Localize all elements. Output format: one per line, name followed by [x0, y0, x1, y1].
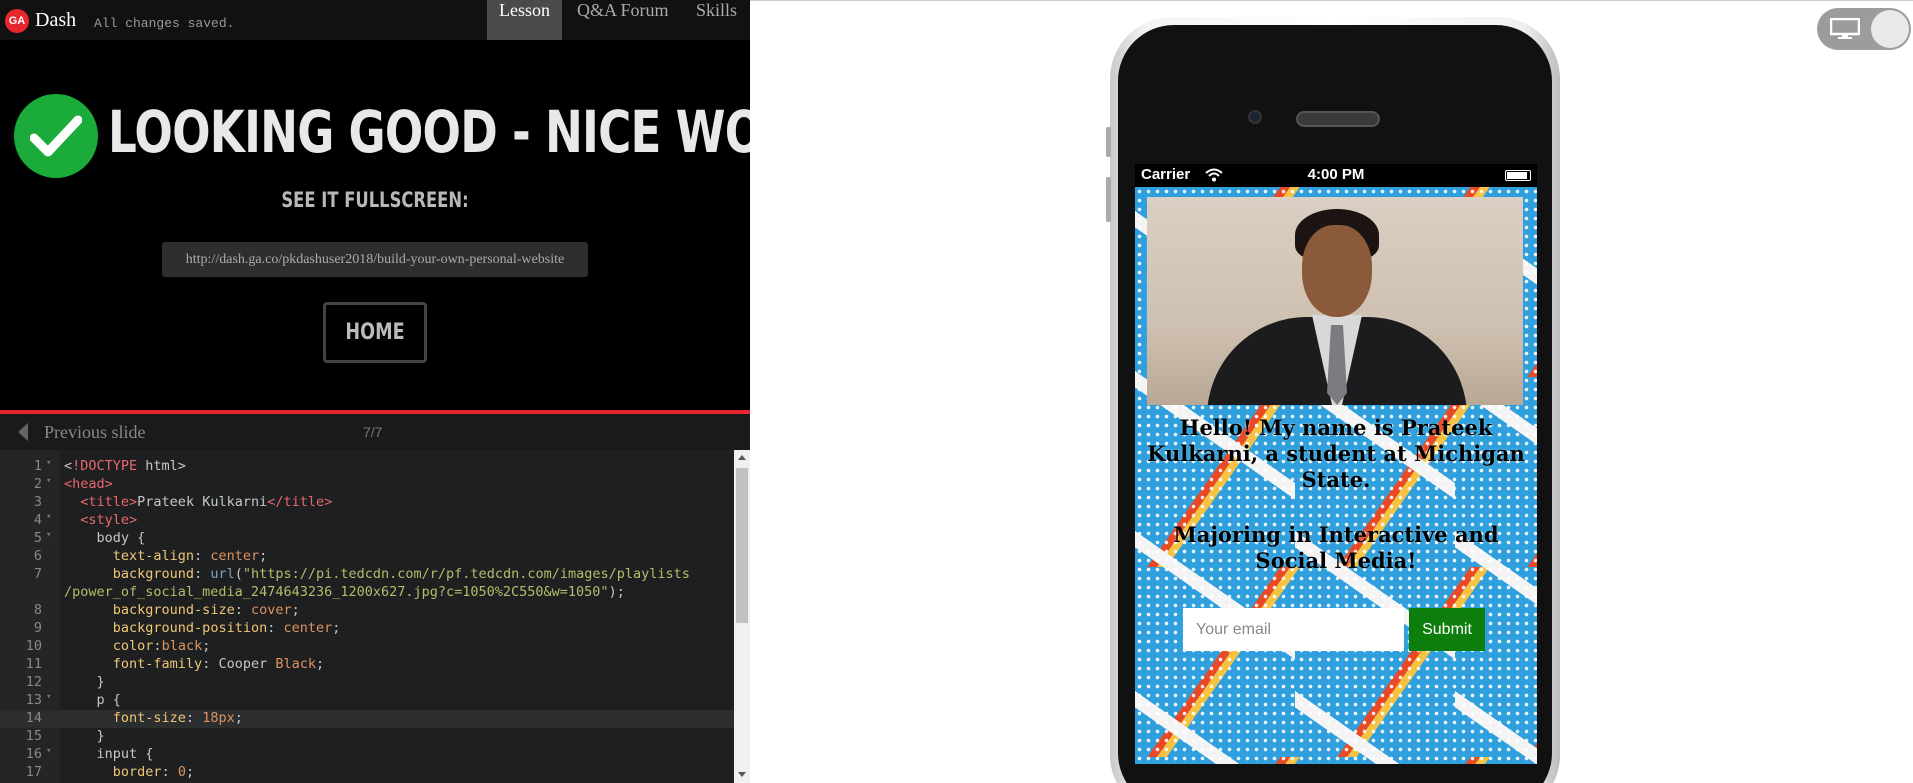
code-line[interactable]: 15 }: [0, 728, 734, 746]
code-line-wrap[interactable]: /power_of_social_media_2474643236_1200x6…: [0, 584, 734, 602]
slide-counter: 7/7: [363, 424, 383, 440]
fullscreen-url-link[interactable]: http://dash.ga.co/pkdashuser2018/build-y…: [162, 242, 588, 277]
code-editor[interactable]: 1 ▾ <!DOCTYPE html> 2 ▾ <head> 3 <title>Prat…: [0, 450, 750, 783]
battery-icon: [1505, 170, 1531, 181]
scroll-up-icon[interactable]: [738, 455, 746, 460]
bio-intro: Hello! My name is Prateek Kulkarni, a st…: [1147, 415, 1525, 492]
tab-skills[interactable]: Skills: [690, 0, 750, 40]
line-number: 7: [33, 566, 42, 582]
preview-pane: Carrier 4:00 PM Hello! My name is Pratee…: [750, 0, 1913, 783]
bio-major: Majoring in Interactive and Social Media…: [1173, 522, 1499, 573]
phone-side-button: [1106, 127, 1111, 157]
scroll-down-icon[interactable]: [738, 772, 746, 777]
code-line[interactable]: 1 ▾ <!DOCTYPE html>: [0, 458, 734, 476]
fold-icon[interactable]: ▾: [46, 458, 51, 468]
top-bar: GA Dash All changes saved. Lesson Q&A Fo…: [0, 0, 750, 40]
line-number: 3: [33, 494, 42, 510]
home-button-label: HOME: [345, 320, 405, 345]
line-number: 12: [25, 674, 42, 690]
code-line[interactable]: 6 text-align: center;: [0, 548, 734, 566]
code-line[interactable]: 16 ▾ input {: [0, 746, 734, 764]
phone-screen: Carrier 4:00 PM Hello! My name is Pratee…: [1135, 164, 1537, 764]
fullscreen-label: SEE IT FULLSCREEN:: [281, 188, 469, 212]
tab-lesson[interactable]: Lesson: [487, 0, 562, 40]
app-root: GA Dash All changes saved. Lesson Q&A Fo…: [0, 0, 1913, 783]
checkmark-icon: [14, 94, 98, 178]
line-number: 15: [25, 728, 42, 744]
line-number: 14: [25, 710, 42, 726]
line-number: 10: [25, 638, 42, 654]
speaker-grille: [1296, 111, 1380, 127]
device-view-toggle[interactable]: [1817, 8, 1911, 50]
line-number: 13: [25, 692, 42, 708]
email-field[interactable]: Your email: [1183, 608, 1404, 651]
home-button[interactable]: HOME: [323, 302, 427, 363]
slide-navigation: Previous slide 7/7: [0, 414, 750, 450]
line-number: 9: [33, 620, 42, 636]
editor-scrollbar[interactable]: [734, 450, 750, 783]
code-line-active[interactable]: 14 font-size: 18px;: [0, 710, 734, 728]
line-number: 1: [33, 458, 42, 474]
line-number: 6: [33, 548, 42, 564]
code-line[interactable]: 2 ▾ <head>: [0, 476, 734, 494]
line-number: 5: [33, 530, 42, 546]
line-number: 8: [33, 602, 42, 618]
save-status: All changes saved.: [94, 16, 235, 31]
code-line[interactable]: 5 ▾ body {: [0, 530, 734, 548]
code-line[interactable]: 12 }: [0, 674, 734, 692]
toggle-knob[interactable]: [1871, 10, 1909, 48]
line-number: 11: [25, 656, 42, 672]
code-line[interactable]: 7 background: url("https://pi.tedcdn.com…: [0, 566, 734, 584]
code-line[interactable]: 17 border: 0;: [0, 764, 734, 782]
code-line[interactable]: 8 background-size: cover;: [0, 602, 734, 620]
fold-icon[interactable]: ▾: [46, 512, 51, 522]
line-number: 4: [33, 512, 42, 528]
fold-icon[interactable]: ▾: [46, 692, 51, 702]
submit-button[interactable]: Submit: [1409, 608, 1485, 651]
ios-status-bar: Carrier 4:00 PM: [1135, 164, 1537, 187]
website-preview: Hello! My name is Prateek Kulkarni, a st…: [1135, 187, 1537, 764]
scrollbar-thumb[interactable]: [736, 468, 748, 623]
phone-side-button: [1106, 177, 1111, 222]
fold-icon[interactable]: ▾: [46, 476, 51, 486]
previous-slide-button[interactable]: Previous slide: [44, 422, 146, 443]
fold-icon[interactable]: ▾: [46, 530, 51, 540]
brand-name[interactable]: Dash: [35, 9, 76, 32]
chevron-left-icon[interactable]: [18, 423, 28, 441]
code-line[interactable]: 4 ▾ <style>: [0, 512, 734, 530]
fold-icon[interactable]: ▾: [46, 746, 51, 756]
lesson-pane: GA Dash All changes saved. Lesson Q&A Fo…: [0, 0, 851, 783]
photo-face: [1302, 225, 1372, 317]
code-line[interactable]: 9 background-position: center;: [0, 620, 734, 638]
success-panel: LOOKING GOOD - NICE WORK! SEE IT FULLSCR…: [0, 40, 851, 410]
status-time: 4:00 PM: [1307, 166, 1365, 183]
line-number: 2: [33, 476, 42, 492]
ga-logo[interactable]: GA: [5, 9, 29, 33]
tab-qa-forum[interactable]: Q&A Forum: [562, 0, 690, 40]
profile-photo: [1147, 197, 1523, 405]
line-number: 16: [25, 746, 42, 762]
monitor-icon: [1830, 18, 1860, 39]
line-number: 17: [25, 764, 42, 780]
code-line[interactable]: 13 ▾ p {: [0, 692, 734, 710]
code-line[interactable]: 10 color:black;: [0, 638, 734, 656]
success-title: LOOKING GOOD - NICE WORK!: [108, 98, 851, 166]
code-line[interactable]: 3 <title>Prateek Kulkarni</title>: [0, 494, 734, 512]
code-line[interactable]: 11 font-family: Cooper Black;: [0, 656, 734, 674]
camera-icon: [1248, 110, 1262, 124]
